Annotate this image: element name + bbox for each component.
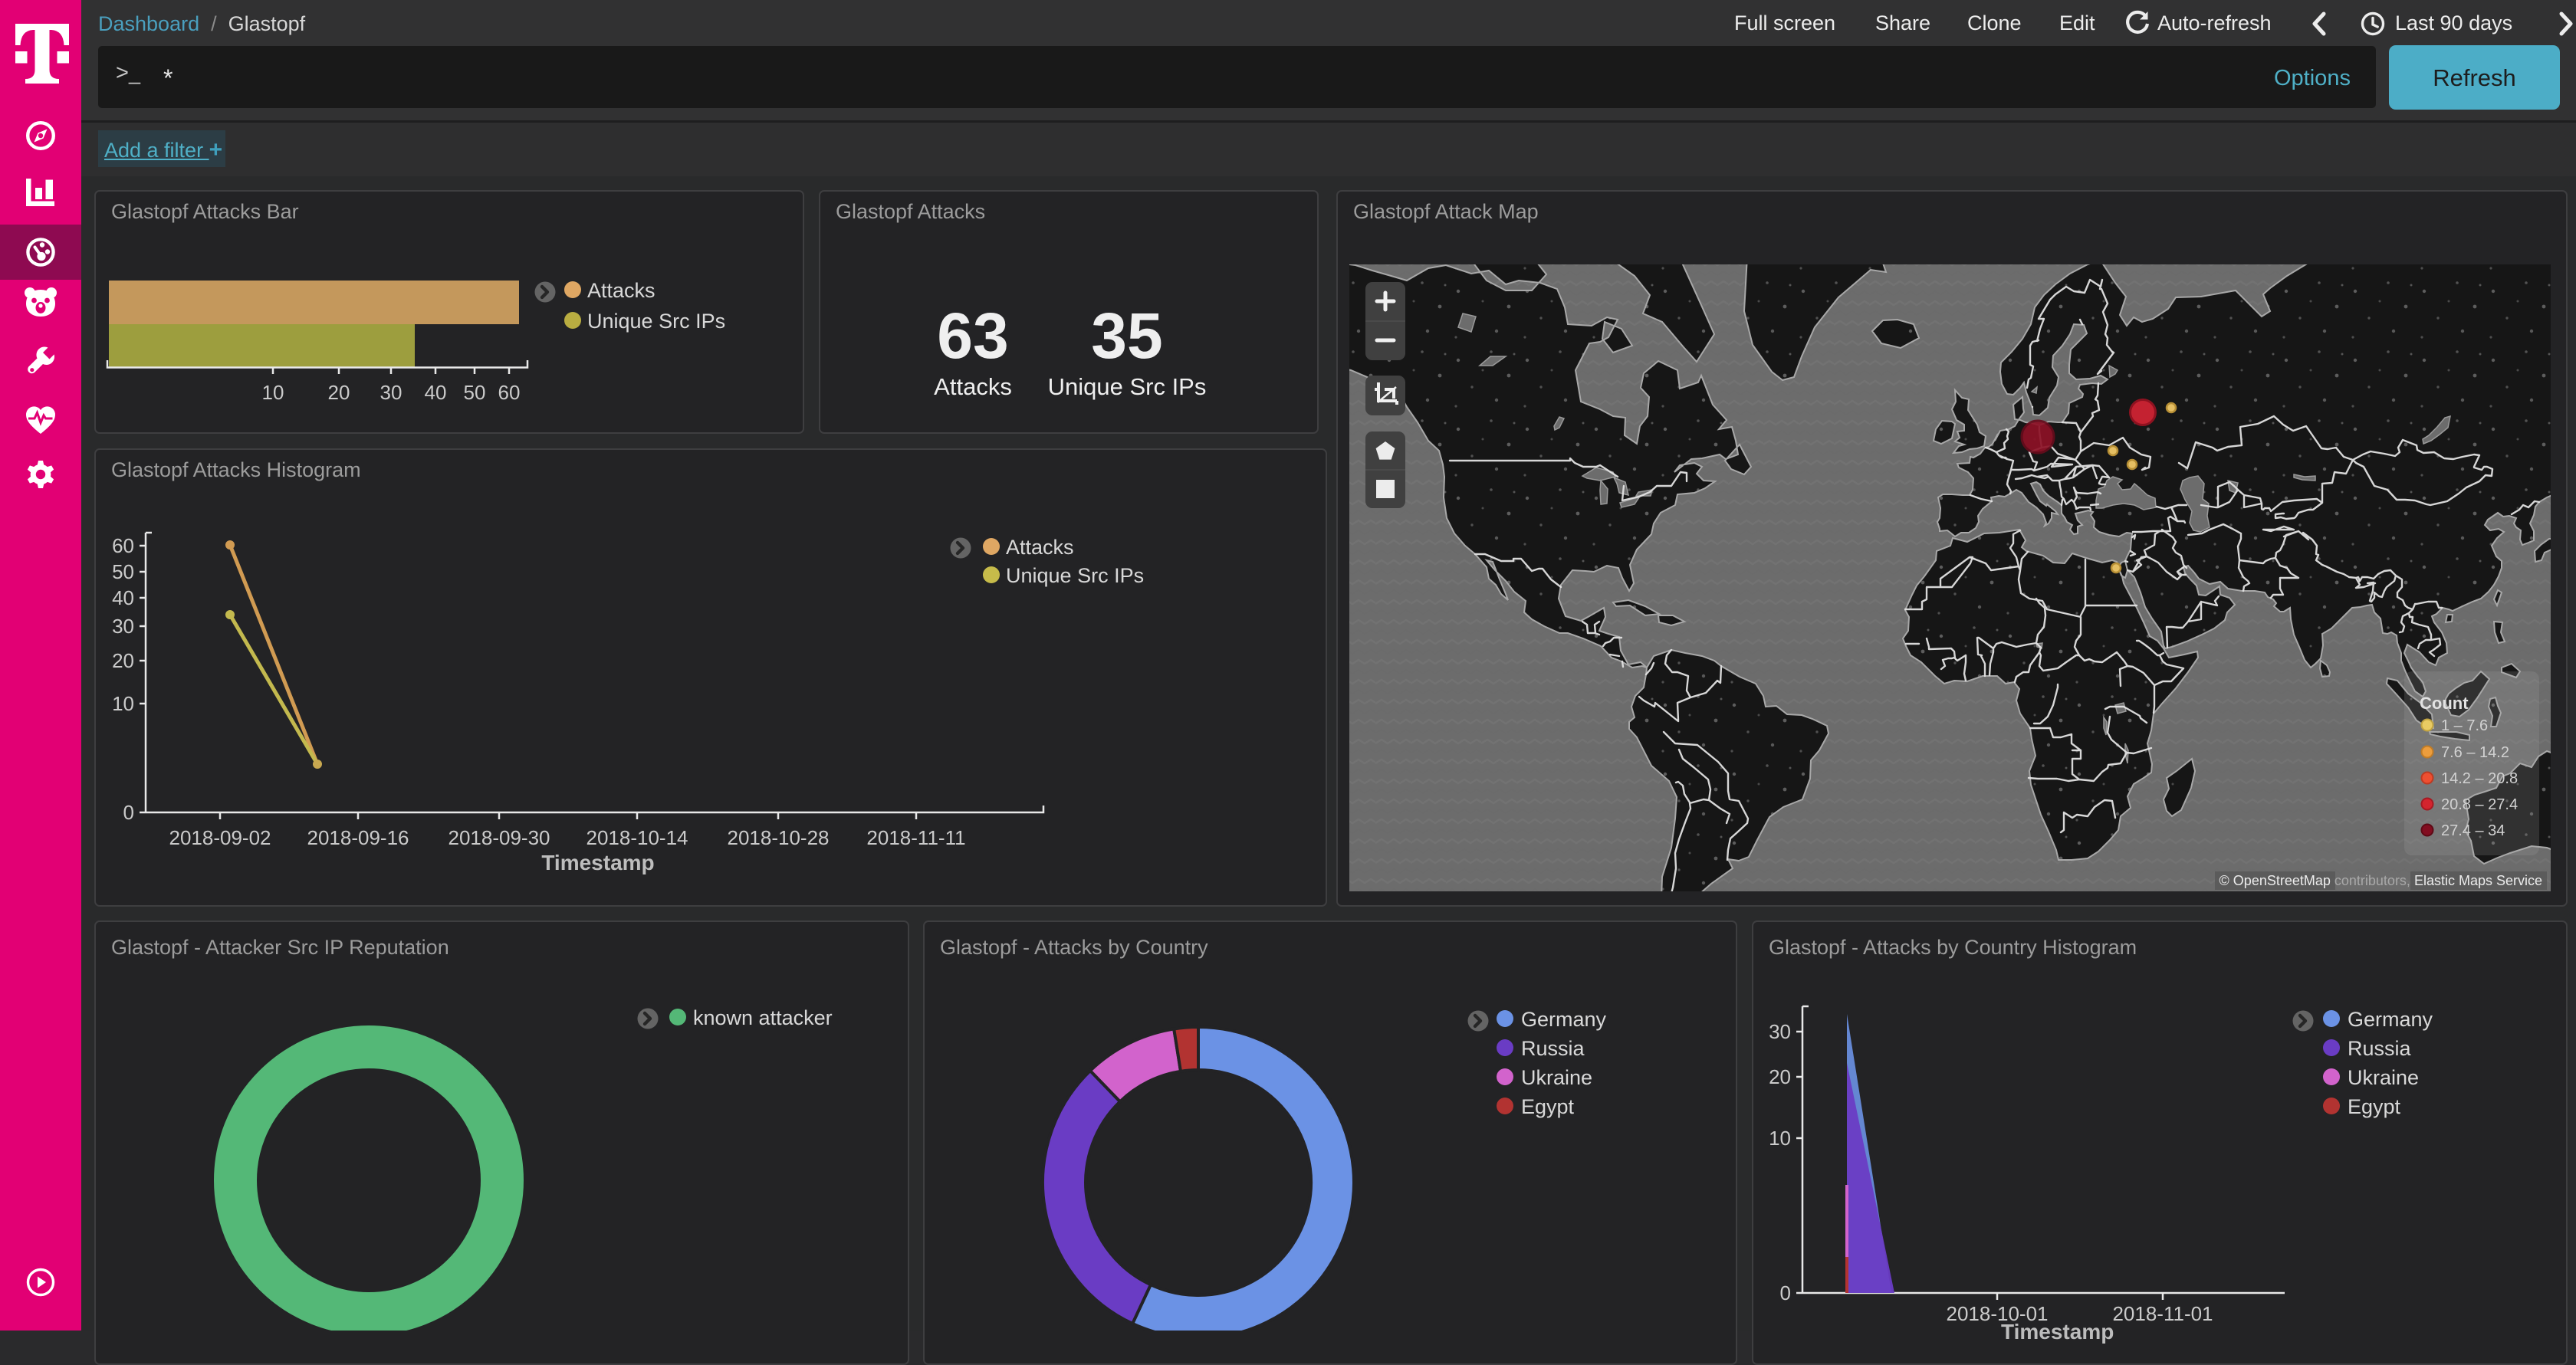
svg-text:20: 20 xyxy=(1769,1065,1791,1088)
svg-text:2018-11-11: 2018-11-11 xyxy=(866,826,965,849)
svg-text:50: 50 xyxy=(464,381,486,404)
svg-text:2018-09-02: 2018-09-02 xyxy=(169,826,271,849)
svg-text:Germany: Germany xyxy=(2348,1008,2433,1031)
svg-text:Egypt: Egypt xyxy=(2348,1095,2401,1118)
svg-text:Attacks: Attacks xyxy=(587,279,656,302)
svg-text:2018-09-30: 2018-09-30 xyxy=(449,826,550,849)
svg-text:2018-10-28: 2018-10-28 xyxy=(728,826,830,849)
svg-text:Ukraine: Ukraine xyxy=(2348,1066,2419,1089)
svg-text:20: 20 xyxy=(112,649,134,672)
svg-text:1 – 7.6: 1 – 7.6 xyxy=(2441,717,2488,734)
svg-text:40: 40 xyxy=(112,586,134,609)
svg-text:14.2 – 20.8: 14.2 – 20.8 xyxy=(2441,770,2518,787)
svg-text:20.8 – 27.4: 20.8 – 27.4 xyxy=(2441,796,2518,813)
svg-text:10: 10 xyxy=(1769,1127,1791,1150)
svg-text:7.6 – 14.2: 7.6 – 14.2 xyxy=(2441,744,2509,761)
svg-text:30: 30 xyxy=(112,615,134,638)
svg-text:40: 40 xyxy=(425,381,447,404)
svg-text:Unique Src IPs: Unique Src IPs xyxy=(1006,564,1144,587)
svg-text:30: 30 xyxy=(380,381,402,404)
svg-text:0: 0 xyxy=(123,801,134,824)
svg-text:60: 60 xyxy=(112,534,134,557)
svg-text:Russia: Russia xyxy=(2348,1037,2412,1060)
svg-text:Egypt: Egypt xyxy=(1521,1095,1575,1118)
svg-text:50: 50 xyxy=(112,560,134,583)
svg-text:60: 60 xyxy=(498,381,521,404)
svg-text:Russia: Russia xyxy=(1521,1037,1585,1060)
svg-text:Ukraine: Ukraine xyxy=(1521,1066,1592,1089)
svg-text:© OpenStreetMap contributors,: © OpenStreetMap contributors, Elastic Ma… xyxy=(2220,873,2542,888)
svg-text:20: 20 xyxy=(328,381,350,404)
svg-text:Count: Count xyxy=(2420,694,2469,713)
svg-text:27.4 – 34: 27.4 – 34 xyxy=(2441,822,2505,839)
svg-text:Timestamp: Timestamp xyxy=(541,851,654,874)
svg-text:2018-10-14: 2018-10-14 xyxy=(586,826,688,849)
svg-text:Attacks: Attacks xyxy=(1006,536,1074,559)
svg-text:0: 0 xyxy=(1780,1281,1791,1304)
svg-text:2018-09-16: 2018-09-16 xyxy=(307,826,409,849)
svg-text:2018-11-01: 2018-11-01 xyxy=(2112,1302,2213,1325)
svg-text:10: 10 xyxy=(112,692,134,715)
svg-text:30: 30 xyxy=(1769,1020,1791,1043)
svg-text:10: 10 xyxy=(262,381,284,404)
svg-text:Unique Src IPs: Unique Src IPs xyxy=(587,310,725,333)
svg-text:known attacker: known attacker xyxy=(693,1006,833,1029)
svg-text:Germany: Germany xyxy=(1521,1008,1607,1031)
